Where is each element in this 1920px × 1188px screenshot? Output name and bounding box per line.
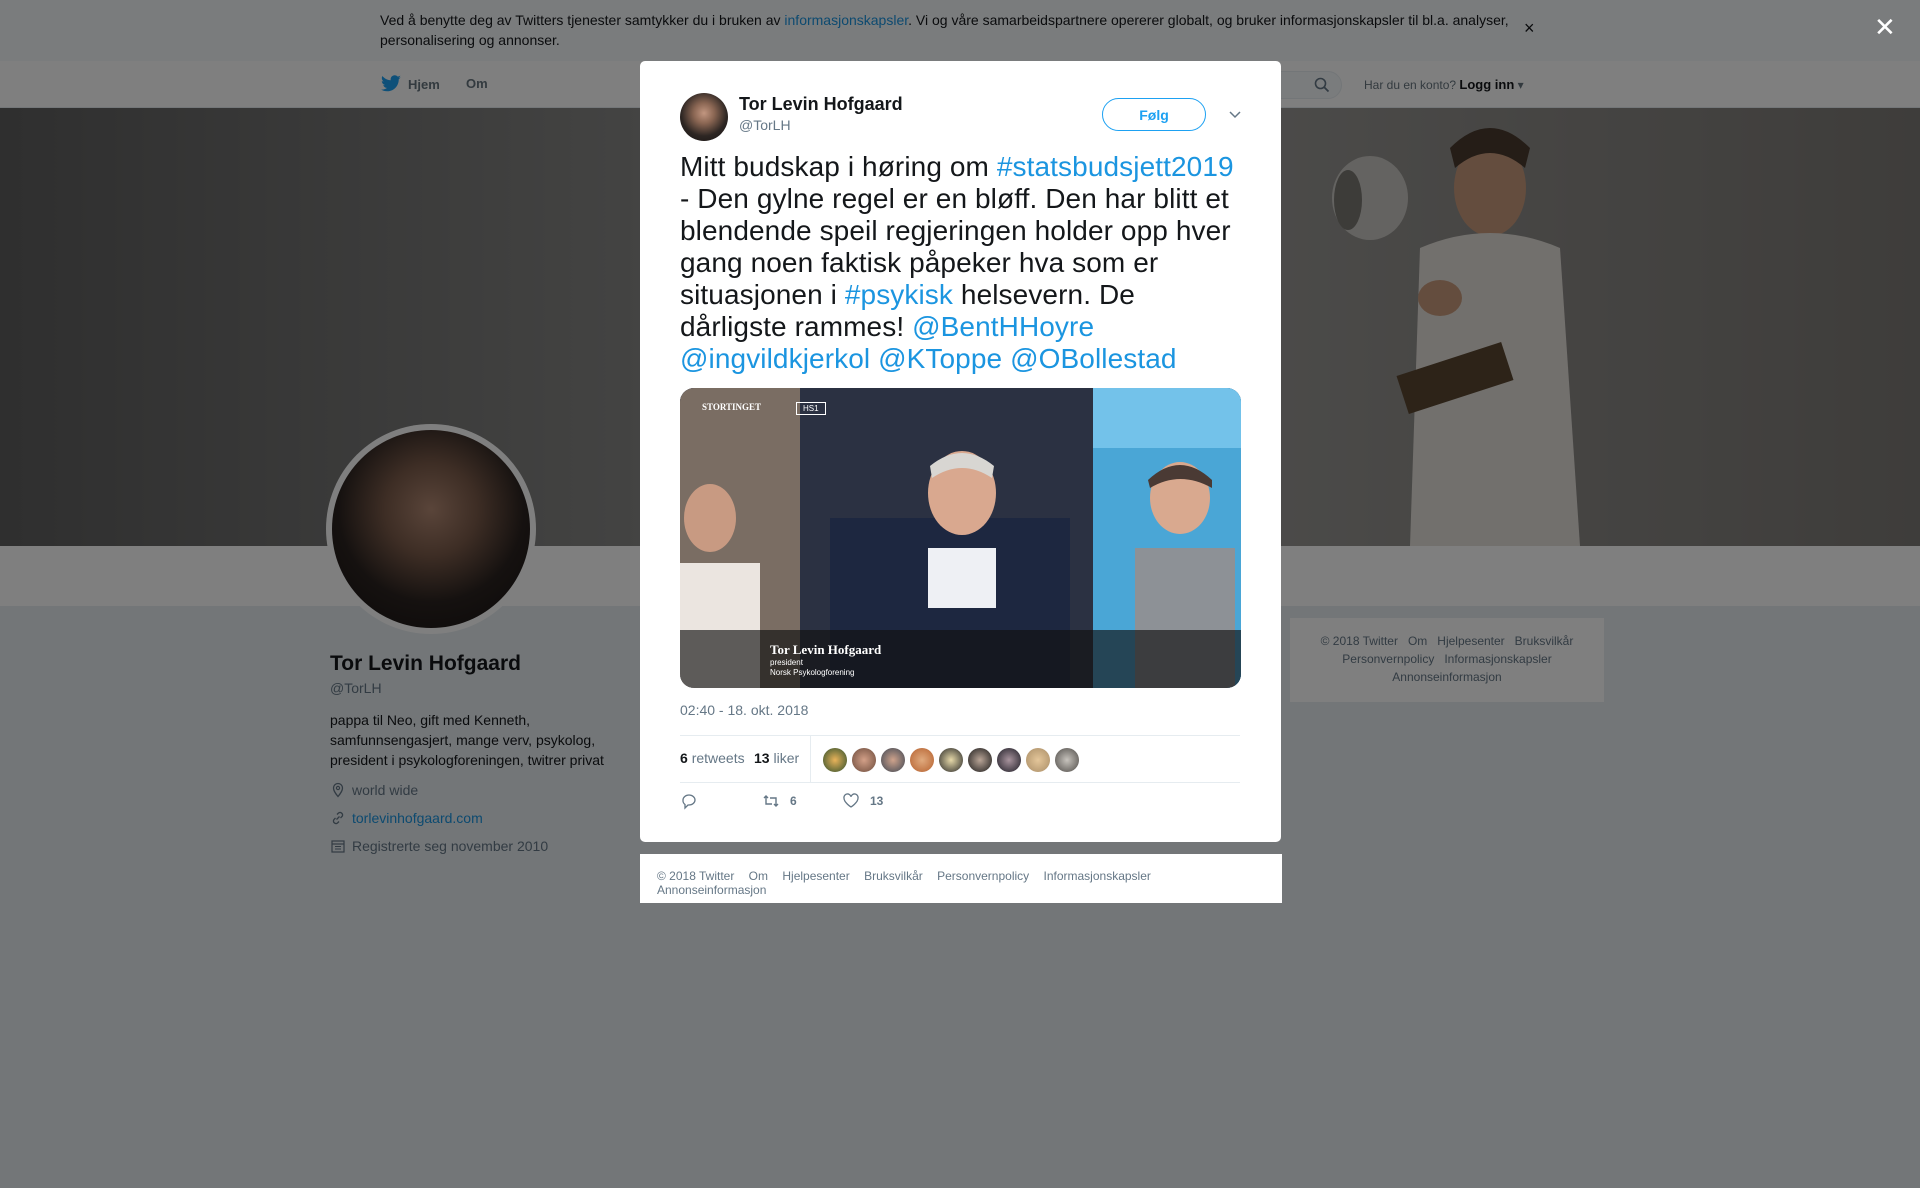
mention-link[interactable]: @ingvildkjerkol [680, 343, 870, 374]
liker-avatar[interactable] [1026, 748, 1050, 772]
tweet-author-handle[interactable]: @TorLH [739, 117, 791, 133]
liker-avatar[interactable] [939, 748, 963, 772]
modal-footer-help[interactable]: Hjelpesenter [782, 869, 849, 883]
video-channel-logo: STORTINGET [702, 402, 762, 412]
hashtag-link[interactable]: #statsbudsjett2019 [997, 151, 1234, 182]
video-caption-name: Tor Levin Hofgaard [770, 642, 882, 657]
video-caption-org: Norsk Psykologforening [770, 668, 855, 677]
like-count-value: 13 [754, 750, 770, 766]
liker-avatar[interactable] [1055, 748, 1079, 772]
retweet-icon [763, 795, 779, 807]
close-modal-icon[interactable]: ✕ [1874, 12, 1896, 43]
modal-footer-about[interactable]: Om [749, 869, 768, 883]
retweet-button[interactable]: 6 [762, 792, 797, 810]
liker-avatar[interactable] [968, 748, 992, 772]
heart-icon [843, 793, 859, 808]
reply-button[interactable] [680, 792, 708, 810]
like-count-label: liker [773, 750, 800, 766]
chevron-down-icon[interactable] [1226, 105, 1244, 123]
modal-footer: © 2018 Twitter Om Hjelpesenter Bruksvilk… [640, 854, 1282, 903]
mention-link[interactable]: @KToppe [878, 343, 1002, 374]
mention-link[interactable]: @OBollestad [1010, 343, 1177, 374]
tweet-video[interactable]: STORTINGET HS1 Tor Levin Hofgaard presid… [680, 388, 1241, 688]
liker-avatar[interactable] [823, 748, 847, 772]
retweet-count[interactable]: 6 retweets [680, 750, 745, 766]
video-frame [680, 388, 1241, 688]
tweet-stats: 6 retweets 13 liker [680, 735, 1240, 783]
liker-avatar[interactable] [910, 748, 934, 772]
tweet-text-part: Mitt budskap i høring om [680, 151, 997, 182]
tweet-timestamp[interactable]: 02:40 - 18. okt. 2018 [680, 702, 808, 718]
modal-footer-cookies[interactable]: Informasjonskapsler [1044, 869, 1151, 883]
retweet-action-count: 6 [790, 794, 797, 808]
hashtag-link[interactable]: #psykisk [845, 279, 953, 310]
like-button[interactable]: 13 [842, 792, 883, 810]
tweet-text: Mitt budskap i høring om #statsbudsjett2… [680, 151, 1240, 375]
retweet-count-label: retweets [691, 750, 745, 766]
follow-button[interactable]: Følg [1102, 98, 1206, 131]
like-count[interactable]: 13 liker [754, 750, 799, 766]
modal-footer-copyright: © 2018 Twitter [657, 869, 735, 883]
tweet-actions: 6 13 [680, 792, 980, 816]
liker-avatars [823, 748, 1084, 772]
modal-footer-privacy[interactable]: Personvernpolicy [937, 869, 1029, 883]
stats-divider [810, 736, 811, 783]
tweet-modal: Tor Levin Hofgaard @TorLH Følg Mitt buds… [640, 61, 1281, 842]
retweet-count-value: 6 [680, 750, 688, 766]
liker-avatar[interactable] [997, 748, 1021, 772]
video-channel-badge: HS1 [796, 402, 826, 415]
tweet-author-name[interactable]: Tor Levin Hofgaard [739, 94, 903, 115]
liker-avatar[interactable] [852, 748, 876, 772]
tweet-author-avatar[interactable] [680, 93, 728, 141]
like-action-count: 13 [870, 794, 884, 808]
reply-icon [682, 794, 696, 810]
liker-avatar[interactable] [881, 748, 905, 772]
video-caption-role: president [770, 658, 803, 667]
mention-link[interactable]: @BentHHoyre [912, 311, 1094, 342]
modal-footer-terms[interactable]: Bruksvilkår [864, 869, 923, 883]
modal-footer-ads-info[interactable]: Annonseinformasjon [657, 883, 766, 897]
